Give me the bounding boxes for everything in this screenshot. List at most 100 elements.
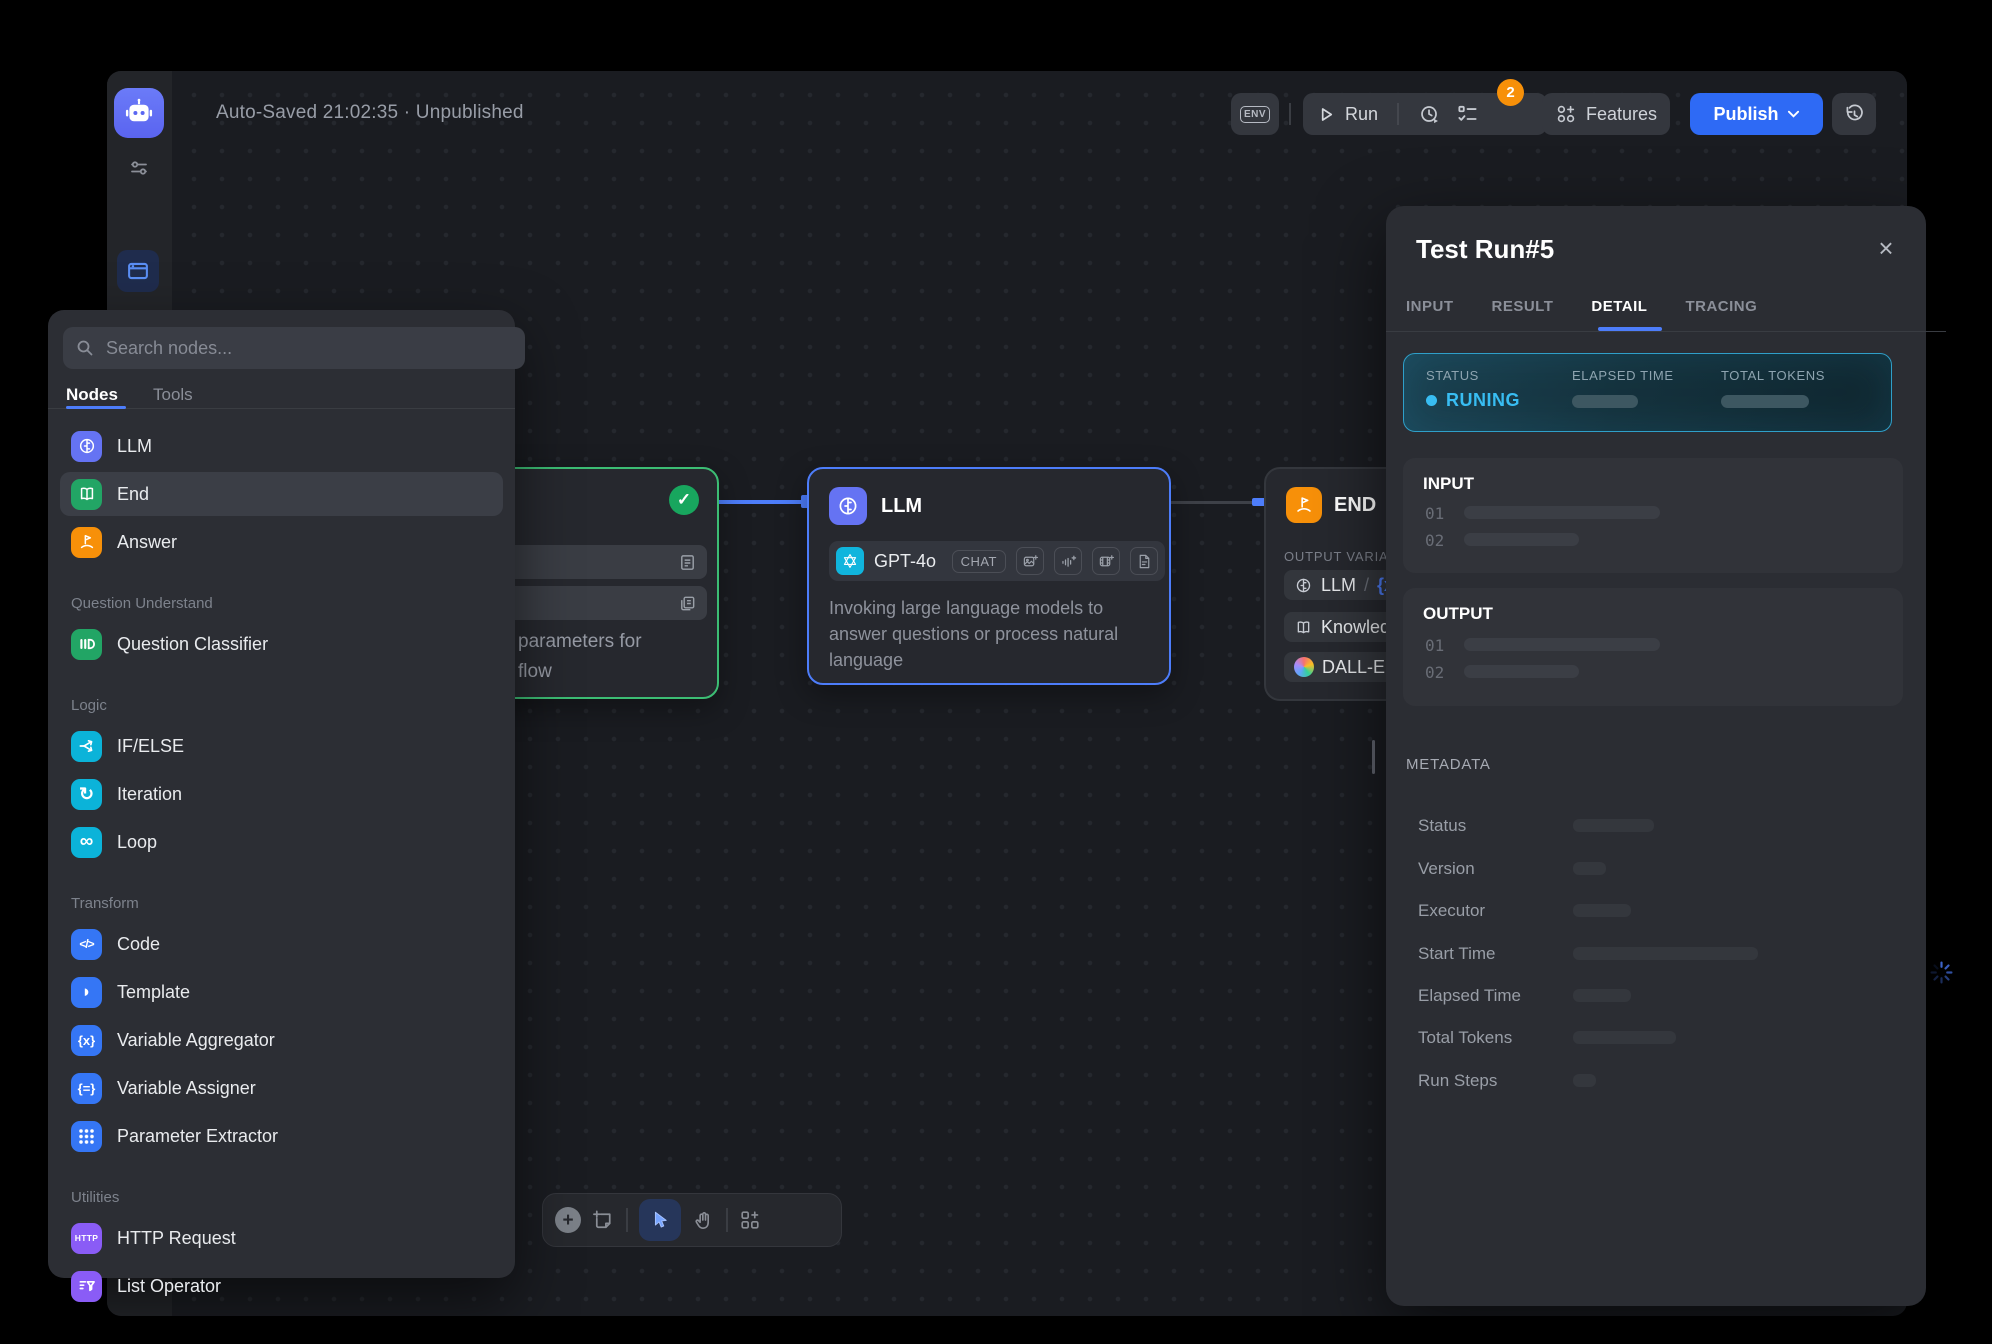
row-index: 02 (1425, 663, 1444, 682)
palette-item-label: Parameter Extractor (117, 1126, 278, 1147)
skeleton-bar (1573, 862, 1606, 875)
panels-button[interactable] (117, 250, 159, 292)
total-tokens-label: TOTAL TOKENS (1721, 368, 1825, 383)
flag-icon (71, 527, 102, 558)
code-icon: </> (71, 929, 102, 960)
branch-icon (71, 731, 102, 762)
model-selector[interactable]: GPT-4o CHAT (829, 541, 1165, 581)
skeleton-bar (1572, 395, 1638, 408)
output-title: OUTPUT (1423, 604, 1493, 624)
tab-detail[interactable]: DETAIL (1591, 298, 1647, 315)
row-index: 01 (1425, 504, 1444, 523)
tab-nodes[interactable]: Nodes (66, 385, 118, 405)
chip-separator: / (1364, 575, 1369, 596)
palette-item-parameter-extractor[interactable]: Parameter Extractor (48, 1112, 515, 1160)
palette-item-llm[interactable]: LLM (48, 422, 515, 470)
toolbar-divider (626, 1208, 628, 1232)
palette-item-label: IF/ELSE (117, 736, 184, 757)
row-index: 02 (1425, 531, 1444, 550)
chip-label: DALL-E (1322, 657, 1385, 678)
palette-item-label: List Operator (117, 1276, 221, 1297)
chip-label: LLM (1321, 575, 1356, 596)
checklist-icon[interactable] (1456, 103, 1479, 126)
organize-nodes-button[interactable] (739, 1209, 761, 1231)
skeleton-bar (1464, 665, 1579, 678)
palette-item-end[interactable]: End (48, 470, 515, 518)
env-button[interactable]: ENV (1231, 93, 1279, 135)
close-icon[interactable]: × (1870, 232, 1902, 264)
palette-item-label: HTTP Request (117, 1228, 236, 1249)
status-value: RUNING (1426, 390, 1520, 411)
pointer-tool-button[interactable] (639, 1199, 681, 1241)
test-run-panel: Test Run#5 × INPUT RESULT DETAIL TRACING… (1386, 206, 1926, 1306)
edge-start-llm (715, 500, 807, 504)
schedule-run-icon[interactable] (1418, 103, 1441, 126)
document-icon (678, 553, 697, 572)
vision-capability-icon (1016, 547, 1044, 575)
palette-item-question-classifier[interactable]: Question Classifier (48, 620, 515, 668)
palette-item-label: Answer (117, 532, 177, 553)
features-button[interactable]: Features (1542, 93, 1670, 135)
palette-item-label: Variable Aggregator (117, 1030, 275, 1051)
success-check-icon: ✓ (669, 485, 699, 515)
app-logo[interactable] (114, 88, 164, 138)
history-icon (1843, 103, 1866, 126)
palette-item-list-operator[interactable]: List Operator (48, 1262, 515, 1310)
metadata-label: Elapsed Time (1418, 986, 1521, 1006)
palette-item-variable-aggregator[interactable]: {x} Variable Aggregator (48, 1016, 515, 1064)
palette-item-loop[interactable]: ∞ Loop (48, 818, 515, 866)
palette-item-label: Code (117, 934, 160, 955)
start-node-description: flow (518, 661, 552, 683)
palette-item-http-request[interactable]: HTTP HTTP Request (48, 1214, 515, 1262)
section-header: Logic (48, 668, 515, 722)
search-input[interactable] (104, 337, 513, 360)
palette-item-variable-assigner[interactable]: {=} Variable Assigner (48, 1064, 515, 1112)
add-note-button[interactable] (592, 1209, 615, 1232)
palette-item-if-else[interactable]: IF/ELSE (48, 722, 515, 770)
metadata-label: Status (1418, 816, 1466, 836)
palette-item-answer[interactable]: Answer (48, 518, 515, 566)
edge-llm-end (1171, 501, 1256, 504)
tab-tools[interactable]: Tools (153, 385, 193, 405)
tab-result[interactable]: RESULT (1492, 298, 1554, 315)
search-icon (75, 338, 95, 358)
palette-item-template[interactable]: ◗ Template (48, 968, 515, 1016)
publish-button[interactable]: Publish (1690, 93, 1823, 135)
elapsed-time-label: ELAPSED TIME (1572, 368, 1674, 383)
palette-item-label: End (117, 484, 149, 505)
skeleton-bar (1464, 533, 1579, 546)
palette-item-label: LLM (117, 436, 152, 457)
panel-resize-handle[interactable] (1372, 740, 1375, 774)
tab-tracing[interactable]: TRACING (1685, 298, 1757, 315)
add-node-button[interactable]: + (555, 1207, 581, 1233)
status-card: STATUS ELAPSED TIME TOTAL TOKENS RUNING (1403, 353, 1892, 432)
search-box[interactable] (63, 327, 525, 369)
chat-mode-badge: CHAT (952, 550, 1006, 573)
publish-label: Publish (1713, 104, 1778, 125)
palette-item-label: Template (117, 982, 190, 1003)
workflow-settings-button[interactable] (121, 150, 157, 186)
tab-input[interactable]: INPUT (1406, 298, 1454, 315)
model-name: GPT-4o (874, 551, 936, 572)
run-button[interactable]: Run (1345, 104, 1378, 125)
dot-grid-icon (71, 1121, 102, 1152)
llm-node[interactable]: LLM GPT-4o CHAT (807, 467, 1171, 685)
play-icon[interactable] (1317, 105, 1336, 124)
skeleton-bar (1573, 989, 1631, 1002)
video-capability-icon (1092, 547, 1120, 575)
palette-item-code[interactable]: </> Code (48, 920, 515, 968)
input-card: INPUT 01 02 (1403, 458, 1903, 573)
run-group-divider (1397, 103, 1399, 125)
flag-icon (1286, 487, 1322, 523)
skeleton-bar (1573, 904, 1631, 917)
palette-item-iteration[interactable]: ↻ Iteration (48, 770, 515, 818)
section-header: Utilities (48, 1160, 515, 1214)
node-list: LLM End Answer Question Understand Quest… (48, 410, 515, 1310)
classifier-icon (71, 629, 102, 660)
hand-tool-button[interactable] (692, 1209, 715, 1232)
palette-item-label: Loop (117, 832, 157, 853)
spinner-icon (1929, 960, 1954, 985)
metadata-label: Start Time (1418, 944, 1495, 964)
http-icon: HTTP (71, 1223, 102, 1254)
history-button[interactable] (1832, 93, 1876, 135)
